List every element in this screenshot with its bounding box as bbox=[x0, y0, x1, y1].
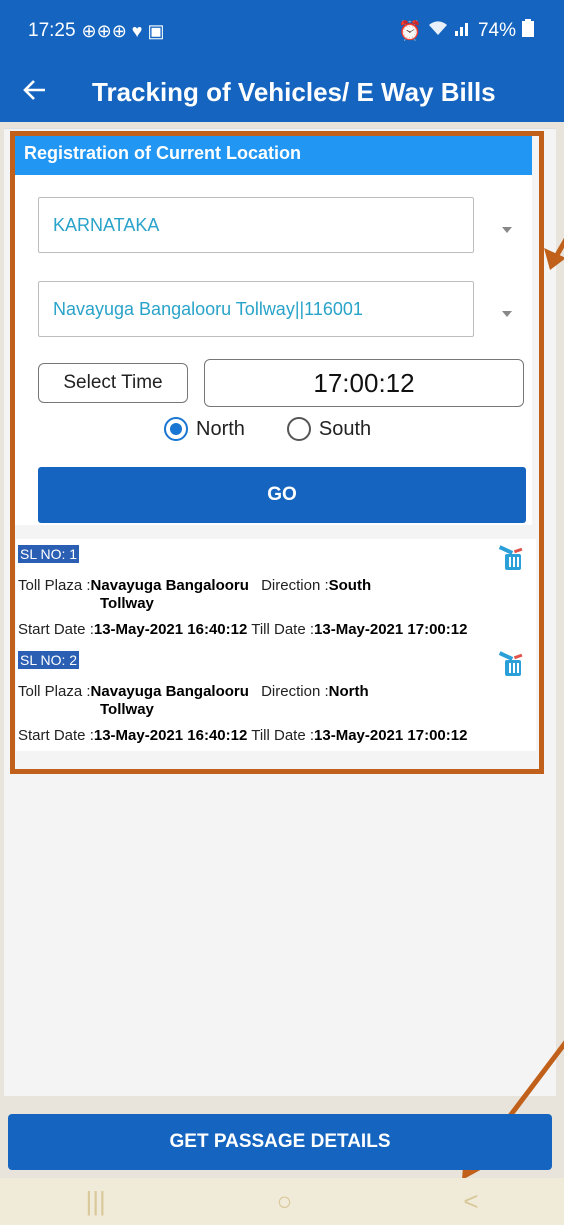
toll-plaza-label: Toll Plaza : bbox=[18, 577, 91, 594]
status-time: 17:25 bbox=[28, 20, 76, 41]
time-field[interactable]: 17:00:12 bbox=[204, 359, 524, 407]
toll-plaza-name-cont: Tollway bbox=[100, 595, 154, 612]
radio-checked-icon[interactable] bbox=[164, 417, 188, 441]
till-date-label: Till Date : bbox=[251, 621, 315, 638]
serial-number: SL NO: 2 bbox=[18, 651, 80, 669]
alarm-icon: ⏰ bbox=[398, 21, 422, 42]
till-date-value: 13-May-2021 17:00:12 bbox=[314, 727, 468, 744]
registration-card: Registration of Current Location KARNATA… bbox=[14, 135, 532, 525]
radio-label-north: North bbox=[196, 417, 245, 440]
page-title: Tracking of Vehicles/ E Way Bills bbox=[92, 76, 496, 107]
select-time-button[interactable]: Select Time bbox=[38, 363, 188, 403]
toll-plaza-name: Navayuga Bangalooru bbox=[90, 577, 249, 594]
radio-south[interactable]: South bbox=[286, 417, 372, 441]
toll-plaza-name: Navayuga Bangalooru bbox=[90, 683, 249, 700]
chevron-down-icon[interactable] bbox=[502, 311, 512, 317]
direction-label: Direction : bbox=[261, 577, 329, 594]
go-button[interactable]: GO bbox=[38, 467, 526, 523]
state-dropdown[interactable]: KARNATAKA bbox=[38, 197, 474, 253]
chevron-down-icon[interactable] bbox=[502, 227, 512, 233]
list-item: SL NO: 2 Toll Plaza :Navayuga Bangalooru… bbox=[16, 645, 536, 751]
battery-icon bbox=[522, 19, 534, 43]
status-bar: 17:25 ⊕⊕⊕ ♥ ▣ ⏰ 74% bbox=[0, 0, 564, 62]
serial-number: SL NO: 1 bbox=[18, 545, 80, 563]
till-date-value: 13-May-2021 17:00:12 bbox=[314, 621, 468, 638]
toll-plaza-dropdown[interactable]: Navayuga Bangalooru Tollway||116001 bbox=[38, 281, 474, 337]
direction-value: South bbox=[328, 577, 372, 594]
start-date-value: 13-May-2021 16:40:12 bbox=[93, 727, 248, 744]
list-item: SL NO: 1 Toll Plaza :Navayuga Bangalooru… bbox=[16, 539, 536, 645]
content-area: Registration of Current Location KARNATA… bbox=[4, 128, 556, 1096]
delete-icon[interactable] bbox=[496, 651, 526, 677]
state-value: KARNATAKA bbox=[53, 214, 160, 235]
direction-value: North bbox=[328, 683, 369, 700]
toll-plaza-label: Toll Plaza : bbox=[18, 683, 91, 700]
toll-plaza-value: Navayuga Bangalooru Tollway||116001 bbox=[53, 298, 363, 319]
delete-icon[interactable] bbox=[496, 545, 526, 571]
get-passage-details-button[interactable]: GET PASSAGE DETAILS bbox=[8, 1114, 552, 1170]
start-date-value: 13-May-2021 16:40:12 bbox=[93, 621, 248, 638]
back-arrow-icon[interactable] bbox=[0, 77, 70, 107]
signal-icon bbox=[454, 20, 472, 42]
home-icon[interactable]: ○ bbox=[277, 1186, 293, 1217]
direction-label: Direction : bbox=[261, 683, 329, 700]
notification-icons: ⊕⊕⊕ ♥ ▣ bbox=[81, 20, 165, 41]
start-date-label: Start Date : bbox=[18, 727, 94, 744]
battery-level: 74% bbox=[477, 20, 516, 41]
app-bar: Tracking of Vehicles/ E Way Bills bbox=[0, 62, 564, 122]
radio-north[interactable]: North bbox=[164, 417, 245, 441]
recents-icon[interactable]: ||| bbox=[85, 1186, 105, 1217]
records-list: SL NO: 1 Toll Plaza :Navayuga Bangalooru… bbox=[16, 539, 536, 751]
radio-label-south: South bbox=[318, 417, 372, 440]
till-date-label: Till Date : bbox=[251, 727, 315, 744]
direction-radio-group: North South bbox=[164, 417, 371, 441]
wifi-icon bbox=[428, 20, 448, 42]
start-date-label: Start Date : bbox=[18, 621, 94, 638]
registration-header: Registration of Current Location bbox=[14, 135, 532, 175]
radio-unchecked-icon[interactable] bbox=[286, 417, 311, 441]
back-icon[interactable]: < bbox=[463, 1186, 478, 1217]
toll-plaza-name-cont: Tollway bbox=[100, 701, 154, 718]
system-nav-bar: ||| ○ < bbox=[0, 1178, 564, 1225]
